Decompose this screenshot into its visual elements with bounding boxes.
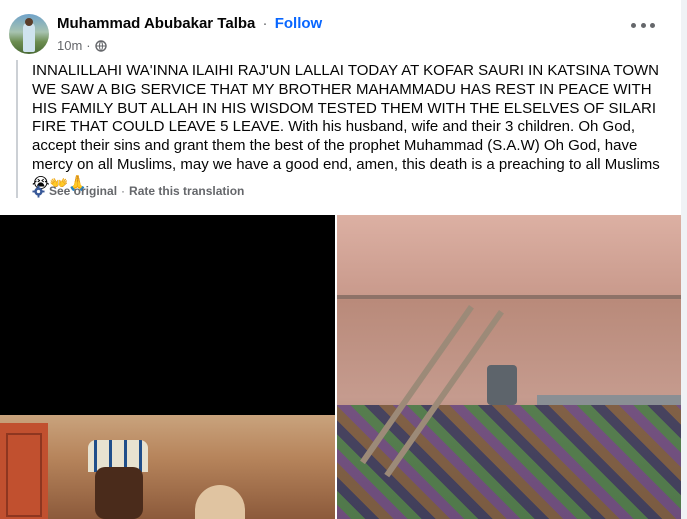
- post-photo-right[interactable]: [337, 215, 681, 519]
- author-row: Muhammad Abubakar Talba · Follow: [57, 15, 322, 32]
- post-meta: 10m ·: [57, 38, 107, 53]
- post-header: Muhammad Abubakar Talba · Follow 10m ·: [9, 10, 681, 54]
- globe-icon: [94, 39, 107, 52]
- translation-quote-bar: [16, 60, 18, 198]
- author-name[interactable]: Muhammad Abubakar Talba: [57, 15, 255, 32]
- post-card: Muhammad Abubakar Talba · Follow 10m · I…: [0, 0, 681, 519]
- gear-icon: [32, 184, 45, 198]
- page-edge: [681, 0, 687, 519]
- more-options-icon[interactable]: [631, 20, 655, 30]
- time-separator: ·: [86, 38, 91, 53]
- separator: ·: [262, 15, 268, 32]
- avatar[interactable]: [9, 14, 49, 54]
- post-text: INNALILLAHI WA'INNA ILAIHI RAJ'UN LALLAI…: [32, 62, 660, 192]
- translation-links: See original · Rate this translation: [32, 184, 244, 198]
- follow-button[interactable]: Follow: [275, 15, 323, 32]
- see-original-link[interactable]: See original: [49, 184, 117, 198]
- post-photo-left[interactable]: [0, 215, 335, 519]
- link-separator: ·: [121, 184, 126, 198]
- rate-translation-link[interactable]: Rate this translation: [129, 184, 244, 198]
- post-time[interactable]: 10m: [57, 38, 82, 53]
